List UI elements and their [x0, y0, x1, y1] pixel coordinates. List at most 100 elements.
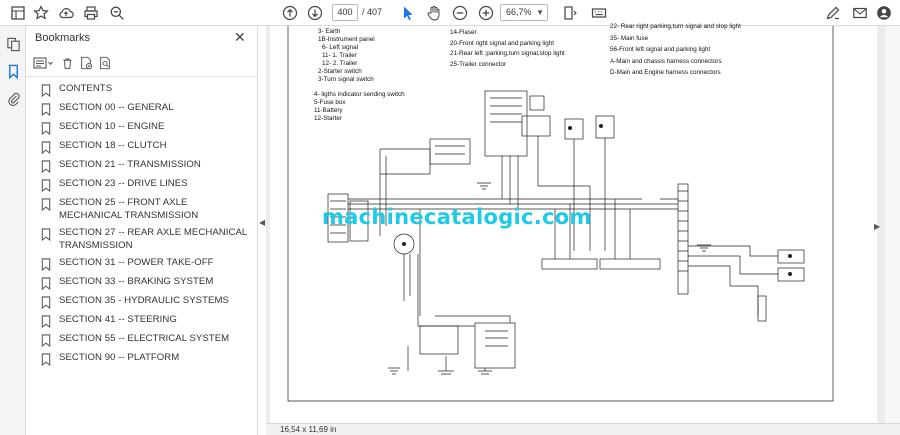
legend-line: 25-Trailer connector [450, 60, 507, 68]
zoom-search-icon[interactable] [107, 3, 127, 23]
bookmark-panel-icon[interactable] [4, 62, 22, 80]
navigation-rail [0, 26, 26, 435]
bookmarks-toolbar [32, 54, 113, 72]
star-icon[interactable] [31, 3, 51, 23]
trash-icon[interactable] [59, 55, 75, 71]
bookmark-icon [41, 296, 51, 309]
bookmark-icon [41, 198, 51, 211]
bookmark-item[interactable]: SECTION 35 - HYDRAULIC SYSTEMS [40, 293, 252, 312]
bookmark-label: SECTION 35 - HYDRAULIC SYSTEMS [59, 295, 229, 306]
account-icon[interactable] [874, 3, 894, 23]
attachment-icon[interactable] [4, 89, 22, 107]
bookmark-label: SECTION 00 -- GENERAL [59, 102, 174, 113]
bookmarks-panel: Bookmarks ✕ CONTENTS SECTION 00 -- GENER… [26, 26, 258, 435]
next-page-icon[interactable] [305, 3, 325, 23]
legend-left-2: 4- ligths indicator sending switch 5-Fus… [314, 91, 405, 123]
legend-left: 3- Earth 1B-Instrument panel 6- Left sig… [318, 28, 375, 84]
bookmark-item[interactable]: SECTION 18 -- CLUTCH [40, 138, 252, 157]
legend-line: 2-Starter switch [318, 68, 362, 75]
bookmark-icon [41, 103, 51, 116]
bookmark-item[interactable]: SECTION 33 -- BRAKING SYSTEM [40, 274, 252, 293]
panel-title: Bookmarks [35, 32, 91, 44]
zoom-out-icon[interactable] [450, 3, 470, 23]
watermark-text: machinecatalogic.com [322, 205, 592, 229]
bookmark-item[interactable]: SECTION 00 -- GENERAL [40, 100, 252, 119]
legend-line: 22- Rear right parking,turn signal and s… [610, 23, 741, 30]
bookmark-label: SECTION 23 -- DRIVE LINES [59, 178, 188, 189]
bookmark-label: SECTION 27 -- REAR AXLE MECHANICAL TRANS… [59, 227, 247, 251]
status-bar: 16,54 x 11,69 in [266, 423, 900, 435]
bookmark-label: SECTION 41 -- STEERING [59, 314, 177, 325]
legend-line: 20-Front right signal and parking light [450, 39, 554, 47]
close-icon[interactable]: ✕ [234, 29, 246, 46]
legend-line: 14-Flaser [450, 29, 477, 36]
zoom-level-value: 66,7% [506, 7, 532, 17]
bookmark-item[interactable]: SECTION 90 -- PLATFORM [40, 350, 252, 369]
legend-line: 3-Turn signal switch [318, 76, 374, 83]
bookmark-label: SECTION 10 -- ENGINE [59, 121, 165, 132]
hand-tool-icon[interactable] [424, 3, 444, 23]
legend-line: 12-Starter [314, 115, 342, 122]
bookmark-label: CONTENTS [59, 83, 113, 94]
bookmark-icon [41, 122, 51, 135]
bookmark-label: SECTION 31 -- POWER TAKE-OFF [59, 257, 214, 268]
legend-line: 5-Fuse box [314, 99, 346, 106]
bookmark-item[interactable]: SECTION 27 -- REAR AXLE MECHANICAL TRANS… [40, 225, 252, 255]
chevron-down-icon: ▼ [536, 8, 544, 17]
select-cursor-icon[interactable] [398, 3, 418, 23]
add-bookmark-icon[interactable] [78, 55, 94, 71]
find-bookmark-icon[interactable] [97, 55, 113, 71]
vertical-scrollbar[interactable] [885, 26, 900, 423]
bookmark-icon [41, 315, 51, 328]
bookmark-icon [41, 179, 51, 192]
legend-line: 21-Rear left ;parking,turn signal,stop l… [450, 50, 565, 57]
bookmark-item[interactable]: SECTION 31 -- POWER TAKE-OFF [40, 255, 252, 274]
legend-right: 22- Rear right parking,turn signal and s… [610, 21, 741, 79]
bookmark-icon [41, 277, 51, 290]
bookmark-label: SECTION 18 -- CLUTCH [59, 140, 167, 151]
home-icon[interactable] [8, 3, 28, 23]
options-menu-icon[interactable] [32, 55, 56, 71]
zoom-level-select[interactable]: 66,7% ▼ [500, 4, 548, 21]
bookmark-item[interactable]: SECTION 21 -- TRANSMISSION [40, 157, 252, 176]
bookmark-icon [41, 84, 51, 97]
legend-middle: 14-Flaser 20-Front right signal and park… [450, 28, 565, 70]
mail-icon[interactable] [850, 3, 870, 23]
legend-line: 1B-Instrument panel [318, 36, 375, 43]
collapse-panel-icon[interactable]: ◀ [259, 218, 265, 227]
bookmark-label: SECTION 90 -- PLATFORM [59, 352, 180, 363]
bookmark-icon [41, 258, 51, 271]
bookmark-item[interactable]: SECTION 10 -- ENGINE [40, 119, 252, 138]
legend-line: A-Main and chassis harness connectors [610, 57, 722, 65]
bookmark-label: SECTION 33 -- BRAKING SYSTEM [59, 276, 214, 287]
bookmark-item[interactable]: CONTENTS [40, 81, 252, 100]
bookmark-list: CONTENTS SECTION 00 -- GENERAL SECTION 1… [40, 81, 252, 369]
keyboard-icon[interactable] [589, 3, 609, 23]
legend-line: 56-Front left signal and parking light [610, 46, 711, 53]
bookmark-label: SECTION 25 -- FRONT AXLE MECHANICAL TRAN… [59, 197, 199, 221]
bookmark-icon [41, 141, 51, 154]
page-number-input[interactable]: 400 [332, 4, 358, 21]
legend-line: 35- Main fuse [610, 34, 649, 42]
page-fit-icon[interactable] [560, 3, 580, 23]
bookmark-item[interactable]: SECTION 41 -- STEERING [40, 312, 252, 331]
pen-sign-icon[interactable] [823, 3, 843, 23]
bookmark-label: SECTION 55 -- ELECTRICAL SYSTEM [59, 333, 230, 344]
bookmark-item[interactable]: SECTION 23 -- DRIVE LINES [40, 176, 252, 195]
cloud-upload-icon[interactable] [56, 3, 76, 23]
zoom-in-icon[interactable] [476, 3, 496, 23]
previous-page-icon[interactable] [280, 3, 300, 23]
next-page-arrow-icon[interactable]: ▶ [874, 222, 880, 231]
legend-line: 11-Battery [314, 107, 343, 114]
legend-line: 12- 2. Trailer [322, 60, 358, 67]
bookmark-item[interactable]: SECTION 55 -- ELECTRICAL SYSTEM [40, 331, 252, 350]
page-size-label: 16,54 x 11,69 in [280, 425, 337, 434]
bookmark-item[interactable]: SECTION 25 -- FRONT AXLE MECHANICAL TRAN… [40, 195, 252, 225]
legend-line: 11- 1. Trailer [322, 52, 357, 59]
bookmark-icon [41, 334, 51, 347]
print-icon[interactable] [81, 3, 101, 23]
bookmark-icon [41, 353, 51, 366]
page-thumbnails-icon[interactable] [4, 35, 22, 53]
page-total-label: / 407 [362, 7, 383, 17]
bookmark-icon [41, 160, 51, 173]
